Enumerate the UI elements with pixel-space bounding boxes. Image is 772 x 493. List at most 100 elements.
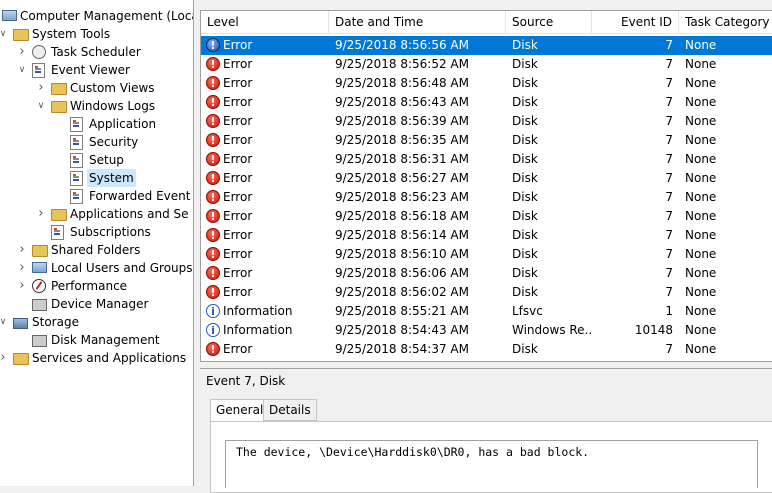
event-description[interactable]: The device, \Device\Harddisk0\DR0, has a… [225,440,758,488]
event-category: None [685,247,717,261]
event-row[interactable]: Information 9/25/2018 8:54:43 AM Windows R… [201,321,772,340]
error-icon [206,245,220,264]
event-id: 7 [665,342,673,356]
event-row[interactable]: Error 9/25/2018 8:56:39 AM Disk 7 None [201,112,772,131]
chevron-down-icon[interactable]: ∨ [17,61,27,79]
event-date: 9/25/2018 8:56:27 AM [335,171,469,185]
tree-item[interactable]: › Shared Folders [0,241,193,259]
chevron-down-icon[interactable]: ∨ [0,25,8,43]
chevron-right-icon[interactable]: › [17,259,27,277]
event-id: 10148 [634,323,673,337]
disk-icon [32,335,47,347]
event-date: 9/25/2018 8:56:43 AM [335,95,469,109]
tree-item[interactable]: ∨ Storage [0,313,193,331]
column-header-task-category[interactable]: Task Category [679,11,772,33]
tree-item-label: Local Users and Groups [51,261,193,275]
tree-item[interactable]: System [0,169,193,187]
tree-item[interactable]: Application [0,115,193,133]
log-icon [70,153,83,168]
event-row[interactable]: Error 9/25/2018 8:56:18 AM Disk 7 None [201,207,772,226]
event-row[interactable]: Error 9/25/2018 8:56:27 AM Disk 7 None [201,169,772,188]
tree-item[interactable]: ∨ Event Viewer [0,61,193,79]
chevron-right-icon[interactable]: › [0,349,8,367]
tree-item[interactable]: › Applications and Se [0,205,193,223]
column-header-source[interactable]: Source [506,11,592,33]
event-id: 7 [665,266,673,280]
tree-item[interactable]: › Task Scheduler [0,43,193,61]
event-category: None [685,209,717,223]
event-date: 9/25/2018 8:56:23 AM [335,190,469,204]
tree-item[interactable]: Security [0,133,193,151]
event-source: Disk [512,38,538,52]
column-header-date[interactable]: Date and Time [329,11,506,33]
event-list: Level Date and Time Source Event ID Task… [200,10,772,362]
event-level: Error [223,342,253,356]
event-row[interactable]: Error 9/25/2018 8:56:10 AM Disk 7 None [201,245,772,264]
tree-item-label: Computer Management (Local [20,9,194,23]
tree-item[interactable]: Setup [0,151,193,169]
event-id: 7 [665,76,673,90]
event-row[interactable]: Error 9/25/2018 8:56:14 AM Disk 7 None [201,226,772,245]
event-id: 7 [665,57,673,71]
tree-item[interactable]: › Performance [0,277,193,295]
tree-item[interactable]: ∨ System Tools [0,25,193,43]
tree-item[interactable]: Computer Management (Local [0,7,193,25]
tree-item[interactable]: ∨ Windows Logs [0,97,193,115]
event-category: None [685,323,717,337]
log-icon [51,225,64,240]
event-row[interactable]: Error 9/25/2018 8:56:43 AM Disk 7 None [201,93,772,112]
event-level: Error [223,190,253,204]
event-row[interactable]: Error 9/25/2018 8:56:56 AM Disk 7 None [201,36,772,55]
column-header-level[interactable]: Level [201,11,329,33]
tree-item[interactable]: Subscriptions [0,223,193,241]
tree-item-label: Custom Views [70,81,155,95]
tree-item[interactable]: › Local Users and Groups [0,259,193,277]
event-row[interactable]: Error 9/25/2018 8:56:02 AM Disk 7 None [201,283,772,302]
event-row[interactable]: Information 9/25/2018 8:55:21 AM Lfsvc 1 Non… [201,302,772,321]
chevron-right-icon[interactable]: › [17,277,27,295]
event-row[interactable]: Error 9/25/2018 8:56:52 AM Disk 7 None [201,55,772,74]
general-tab-panel: The device, \Device\Harddisk0\DR0, has a… [210,421,772,493]
tree-item-label: System [87,169,136,187]
event-source: Disk [512,152,538,166]
event-category: None [685,190,717,204]
tree-item[interactable]: › Custom Views [0,79,193,97]
event-level: Error [223,57,253,71]
tab-general[interactable]: General [210,399,270,422]
event-date: 9/25/2018 8:56:31 AM [335,152,469,166]
navigation-tree: Computer Management (Local ∨ System Tools ›… [0,0,194,486]
event-date: 9/25/2018 8:56:10 AM [335,247,469,261]
chevron-right-icon[interactable]: › [17,43,27,61]
event-row[interactable]: Error 9/25/2018 8:56:48 AM Disk 7 None [201,74,772,93]
tree-item-label: Setup [89,153,124,167]
tree-item-label: Storage [32,315,79,329]
event-row[interactable]: Error 9/25/2018 8:54:37 AM Disk 7 None [201,340,772,359]
error-icon [206,55,220,74]
error-icon [206,74,220,93]
tree-item[interactable]: Device Manager [0,295,193,313]
tree-item[interactable]: Disk Management [0,331,193,349]
event-level: Information [223,304,293,318]
error-icon [206,36,220,55]
error-icon [206,226,220,245]
event-id: 7 [665,190,673,204]
event-viewer-icon [32,63,45,78]
column-header-event-id[interactable]: Event ID [592,11,679,33]
tree-item[interactable]: Forwarded Event [0,187,193,205]
storage-icon [13,318,28,329]
event-row[interactable]: Error 9/25/2018 8:56:31 AM Disk 7 None [201,150,772,169]
event-row[interactable]: Error 9/25/2018 8:56:23 AM Disk 7 None [201,188,772,207]
information-icon [206,302,220,321]
event-row[interactable]: Error 9/25/2018 8:56:35 AM Disk 7 None [201,131,772,150]
tree-item[interactable]: › Services and Applications [0,349,193,367]
event-description-text: The device, \Device\Harddisk0\DR0, has a… [236,445,590,459]
tab-details[interactable]: Details [263,399,317,421]
chevron-right-icon[interactable]: › [36,205,46,223]
chevron-right-icon[interactable]: › [36,79,46,97]
event-row[interactable]: Error 9/25/2018 8:56:06 AM Disk 7 None [201,264,772,283]
event-level: Error [223,171,253,185]
chevron-right-icon[interactable]: › [17,241,27,259]
error-icon [206,264,220,283]
chevron-down-icon[interactable]: ∨ [36,97,46,115]
chevron-down-icon[interactable]: ∨ [0,313,8,331]
